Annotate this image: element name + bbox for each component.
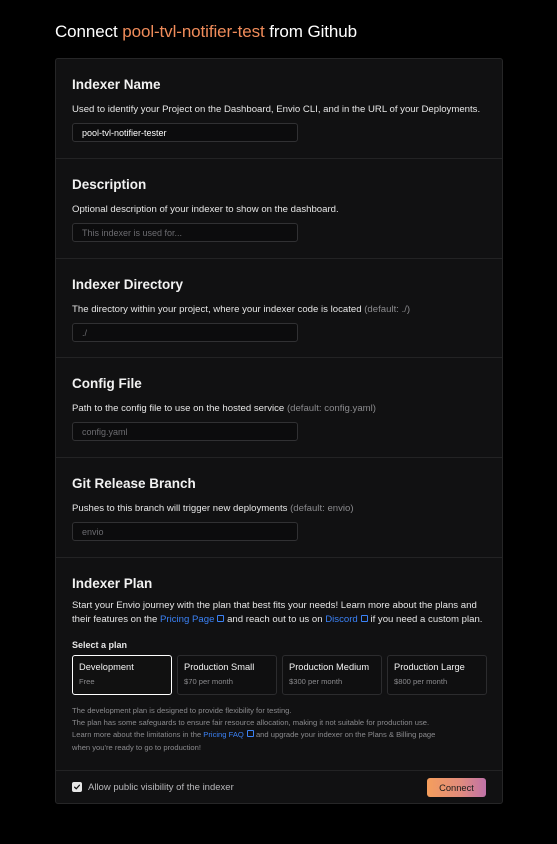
plan-option-production-small[interactable]: Production Small $70 per month: [177, 655, 277, 695]
plan-name: Production Medium: [289, 662, 370, 672]
plan-name: Production Large: [394, 662, 465, 672]
description-input[interactable]: [72, 223, 298, 242]
intro-text: if you need a custom plan.: [370, 614, 483, 625]
external-link-icon: [360, 615, 368, 622]
plan-price: $800 per month: [394, 677, 448, 686]
section-title: Indexer Plan: [72, 576, 153, 591]
indexer-name-section: Indexer Name Used to identify your Proje…: [56, 59, 502, 159]
plan-option-production-medium[interactable]: Production Medium $300 per month: [282, 655, 382, 695]
plan-price: $300 per month: [289, 677, 343, 686]
title-prefix: Connect: [55, 22, 118, 41]
plan-note: Learn more about the limitations in the …: [72, 729, 492, 741]
plan-options: Development Free Production Small $70 pe…: [72, 655, 487, 695]
section-title: Indexer Directory: [72, 277, 184, 292]
default-hint: (default: ./): [364, 304, 411, 315]
public-visibility-checkbox[interactable]: [72, 782, 82, 792]
pricing-faq-link[interactable]: Pricing FAQ: [203, 730, 254, 739]
form-footer: Allow public visibility of the indexer C…: [56, 771, 502, 803]
config-file-section: Config File Path to the config file to u…: [56, 358, 502, 458]
section-description: Optional description of your indexer to …: [72, 204, 339, 215]
repo-name: pool-tvl-notifier-test: [122, 22, 265, 41]
indexer-name-input[interactable]: [72, 123, 298, 142]
git-branch-input[interactable]: [72, 522, 298, 541]
section-description: Path to the config file to use on the ho…: [72, 403, 376, 414]
public-visibility-label: Allow public visibility of the indexer: [88, 782, 234, 793]
plan-note: The plan has some safeguards to ensure f…: [72, 718, 430, 728]
plan-name: Production Small: [184, 662, 255, 672]
section-title: Indexer Name: [72, 77, 161, 92]
description-text: Path to the config file to use on the ho…: [72, 403, 285, 414]
plan-price: Free: [79, 677, 95, 686]
plan-note: The development plan is designed to prov…: [72, 706, 292, 715]
section-title: Config File: [72, 376, 142, 391]
default-hint: (default: envio): [290, 503, 354, 514]
pricing-page-link[interactable]: Pricing Page: [160, 614, 225, 625]
section-description: Pushes to this branch will trigger new d…: [72, 503, 354, 514]
page-title: Connect pool-tvl-notifier-test from Gith…: [55, 22, 357, 42]
pricing-page-link-label: Pricing Page: [160, 614, 215, 625]
section-title: Git Release Branch: [72, 476, 196, 491]
external-link-icon: [246, 730, 254, 738]
section-description: Used to identify your Project on the Das…: [72, 104, 481, 115]
plan-name: Development: [79, 662, 134, 672]
git-branch-section: Git Release Branch Pushes to this branch…: [56, 458, 502, 558]
discord-link[interactable]: Discord: [325, 614, 368, 625]
title-suffix: from Github: [269, 22, 357, 41]
plan-notes: The development plan is designed to prov…: [72, 705, 492, 754]
description-text: Pushes to this branch will trigger new d…: [72, 503, 288, 514]
plan-note-text: and upgrade your indexer on the Plans & …: [255, 730, 436, 740]
config-file-input[interactable]: [72, 422, 298, 441]
checkmark-icon: [73, 784, 81, 790]
indexer-directory-section: Indexer Directory The directory within y…: [56, 259, 502, 358]
plan-option-development[interactable]: Development Free: [72, 655, 172, 695]
indexer-directory-input[interactable]: [72, 323, 298, 342]
plan-note-text: Learn more about the limitations in the: [72, 730, 202, 740]
section-title: Description: [72, 177, 147, 192]
description-text: The directory within your project, where…: [72, 304, 362, 315]
description-section: Description Optional description of your…: [56, 159, 502, 259]
indexer-plan-section: Indexer Plan Start your Envio journey wi…: [56, 558, 502, 771]
pricing-faq-link-label: Pricing FAQ: [203, 730, 244, 740]
plan-price: $70 per month: [184, 677, 233, 686]
connect-button[interactable]: Connect: [427, 778, 486, 797]
plan-option-production-large[interactable]: Production Large $800 per month: [387, 655, 487, 695]
external-link-icon: [217, 615, 225, 622]
intro-text: and reach out to us on: [227, 614, 323, 625]
plan-note: when you're ready to go to production!: [72, 742, 201, 752]
select-plan-label: Select a plan: [72, 640, 128, 650]
section-description: The directory within your project, where…: [72, 304, 410, 315]
plan-intro: Start your Envio journey with the plan t…: [72, 599, 492, 627]
discord-link-label: Discord: [325, 614, 358, 625]
connect-form-card: Indexer Name Used to identify your Proje…: [55, 58, 503, 804]
default-hint: (default: config.yaml): [286, 403, 376, 414]
